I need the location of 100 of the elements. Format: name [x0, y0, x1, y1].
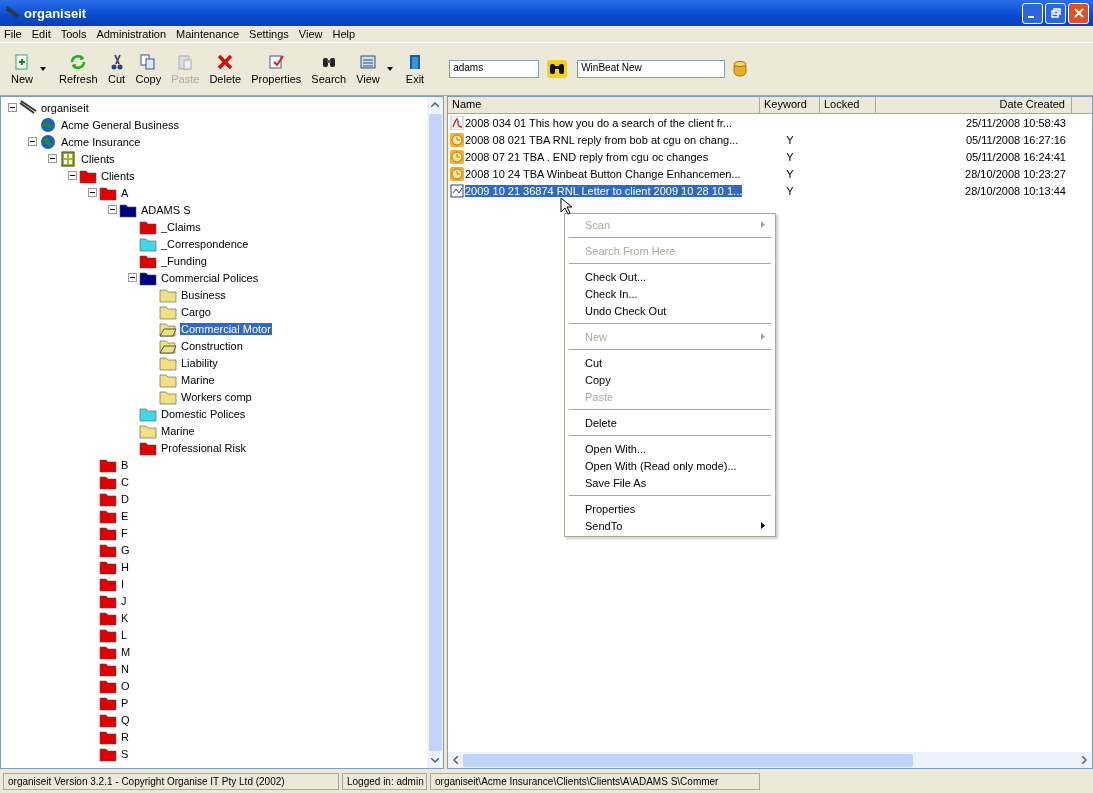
- file-name-cell[interactable]: 2008 08 021 TBA RNL reply from bob at cgu on chang...: [465, 133, 739, 146]
- dropdown-arrow-icon[interactable]: [40, 67, 46, 71]
- tree-item[interactable]: I: [120, 577, 126, 590]
- tree-item[interactable]: O: [120, 679, 131, 692]
- maximize-button[interactable]: [1045, 2, 1066, 24]
- toolbar-button[interactable]: Properties: [246, 53, 307, 85]
- column-header[interactable]: Date Created: [876, 97, 1072, 113]
- tree-item[interactable]: Cargo: [180, 305, 212, 318]
- search-field[interactable]: adams: [449, 60, 540, 78]
- collapse-toggle-icon[interactable]: [27, 137, 37, 146]
- vertical-scrollbar[interactable]: [427, 97, 443, 768]
- tree-item[interactable]: Business: [180, 288, 227, 301]
- tree-item[interactable]: _Correspondence: [160, 237, 250, 250]
- tree-item[interactable]: C: [120, 475, 130, 488]
- menu-item[interactable]: View: [298, 28, 323, 40]
- toolbar-button[interactable]: Refresh: [54, 53, 103, 85]
- toolbar-button[interactable]: View: [351, 53, 385, 85]
- file-name-cell[interactable]: 2008 034 01 This how you do a search of the client fr...: [465, 116, 733, 129]
- globe-icon: [39, 116, 57, 133]
- tree-item[interactable]: _Funding: [160, 254, 208, 267]
- context-menu-item[interactable]: Delete: [567, 414, 773, 431]
- tree-item[interactable]: A: [120, 186, 130, 199]
- context-menu-item[interactable]: Properties: [567, 500, 773, 517]
- tree-item[interactable]: Commercial Polices: [160, 271, 260, 284]
- close-button[interactable]: [1068, 2, 1089, 24]
- collapse-toggle-icon[interactable]: [87, 188, 97, 197]
- tree-item[interactable]: Marine: [160, 424, 196, 437]
- file-name-cell[interactable]: 2008 10 24 TBA Winbeat Button Change Enhancemen...: [465, 167, 741, 180]
- column-header[interactable]: Name: [448, 97, 760, 113]
- tree-item[interactable]: Clients: [80, 152, 116, 165]
- tree-item[interactable]: M: [120, 645, 132, 658]
- menu-item[interactable]: File: [4, 28, 22, 40]
- collapse-toggle-icon[interactable]: [67, 171, 77, 180]
- menu-item[interactable]: Help: [332, 28, 356, 40]
- tree-item[interactable]: organiseit: [40, 101, 90, 114]
- collapse-toggle-icon[interactable]: [107, 205, 117, 214]
- tree-item[interactable]: _Claims: [160, 220, 202, 233]
- toolbar-button[interactable]: New: [6, 53, 38, 85]
- collapse-toggle-icon[interactable]: [127, 273, 137, 282]
- file-name-cell[interactable]: 2009 10 21 36874 RNL Letter to client 2009 10 28 10 1...: [465, 184, 743, 197]
- context-menu-item[interactable]: SendTo: [567, 517, 773, 534]
- tree-item[interactable]: L: [120, 628, 129, 641]
- tree-item[interactable]: Workers comp: [180, 390, 253, 403]
- context-menu-item[interactable]: Check Out...: [567, 268, 773, 285]
- menu-item[interactable]: Tools: [60, 28, 87, 40]
- tree-item[interactable]: Q: [120, 713, 131, 726]
- tree-item[interactable]: Clients: [100, 169, 136, 182]
- toolbar-button[interactable]: Cut: [102, 53, 131, 85]
- collapse-toggle-icon[interactable]: [7, 103, 17, 112]
- menu-item[interactable]: Edit: [31, 28, 51, 40]
- dropdown-arrow-icon[interactable]: [386, 67, 393, 71]
- tree-item[interactable]: S: [120, 747, 130, 760]
- tree-item[interactable]: D: [120, 492, 130, 505]
- horizontal-scrollbar[interactable]: [448, 752, 1092, 768]
- tree-item[interactable]: Acme Insurance: [60, 135, 142, 148]
- menu-item[interactable]: Administration: [96, 28, 167, 40]
- collapse-toggle-icon[interactable]: [47, 154, 57, 163]
- menu-item[interactable]: Settings: [249, 28, 289, 40]
- tree-item[interactable]: G: [120, 543, 131, 556]
- context-menu-item[interactable]: Check In...: [567, 285, 773, 302]
- column-header[interactable]: Locked: [820, 97, 876, 113]
- tree-item[interactable]: K: [120, 611, 130, 624]
- toolbar-button[interactable]: Copy: [130, 53, 167, 85]
- tree-item[interactable]: J: [120, 594, 128, 607]
- tree-item[interactable]: H: [120, 560, 130, 573]
- tree-item[interactable]: P: [120, 696, 130, 709]
- scroll-up-icon[interactable]: [431, 102, 439, 107]
- scroll-down-icon[interactable]: [431, 758, 439, 763]
- toolbar-button[interactable]: Search: [306, 53, 352, 85]
- file-name-cell[interactable]: 2008 07 21 TBA . END reply from cgu oc changes: [465, 150, 709, 163]
- menu-item[interactable]: Maintenance: [176, 28, 240, 40]
- date-cell: 28/10/2008 10:13:44: [965, 184, 1066, 197]
- keyword-cell: Y: [786, 184, 794, 197]
- tree-item[interactable]: R: [120, 730, 130, 743]
- tree-item[interactable]: Liability: [180, 356, 219, 369]
- context-menu-item[interactable]: Copy: [567, 371, 773, 388]
- tree-item[interactable]: N: [120, 662, 130, 675]
- toolbar-button[interactable]: Exit: [400, 53, 430, 85]
- tree-item[interactable]: ADAMS S: [140, 203, 192, 216]
- context-menu-item[interactable]: Save File As: [567, 474, 773, 491]
- tree-item[interactable]: Acme General Business: [60, 118, 180, 131]
- tree-item[interactable]: F: [120, 526, 129, 539]
- scroll-right-icon[interactable]: [1082, 756, 1087, 764]
- minimize-button[interactable]: [1022, 2, 1043, 24]
- context-menu-item[interactable]: Open With (Read only mode)...: [567, 457, 773, 474]
- profile-field[interactable]: WinBeat New: [577, 60, 726, 78]
- tree-item[interactable]: Domestic Polices: [160, 407, 247, 420]
- tree-item[interactable]: Professional Risk: [160, 441, 247, 454]
- context-menu-item[interactable]: Undo Check Out: [567, 302, 773, 319]
- tree-item[interactable]: Construction: [180, 339, 244, 352]
- tree-item[interactable]: B: [120, 458, 130, 471]
- column-header[interactable]: Keyword: [760, 97, 820, 113]
- tree-item[interactable]: Marine: [180, 373, 216, 386]
- context-menu-item[interactable]: Open With...: [567, 440, 773, 457]
- toolbar-button[interactable]: Delete: [204, 53, 247, 85]
- scroll-left-icon[interactable]: [453, 756, 458, 764]
- context-menu-item[interactable]: Cut: [567, 354, 773, 371]
- tree-item[interactable]: Commercial Motor: [180, 322, 272, 335]
- tree-item[interactable]: E: [120, 509, 130, 522]
- checked-document-icon: [267, 53, 286, 71]
